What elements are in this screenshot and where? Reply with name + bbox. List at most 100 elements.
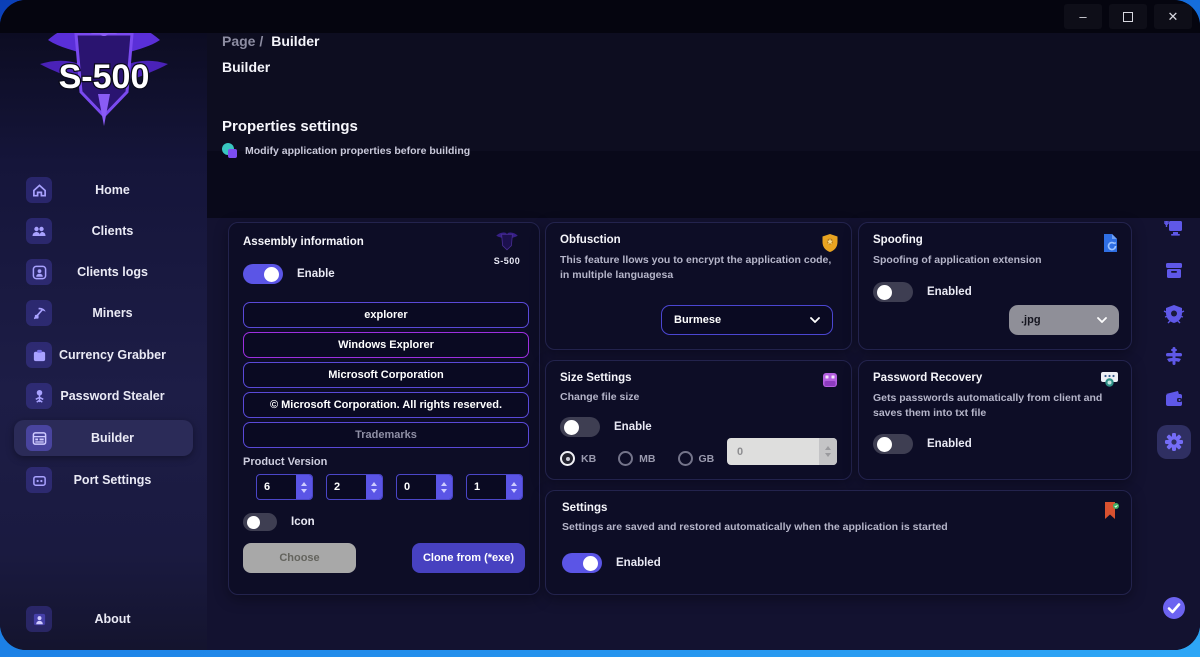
- builder-settings-gear-icon[interactable]: [1157, 425, 1191, 459]
- version-major-stepper[interactable]: [256, 474, 313, 500]
- bookmark-icon: [1103, 501, 1119, 526]
- sidebar: S-500 Home Clients Clients logs Miners C…: [0, 0, 207, 650]
- close-button[interactable]: ✕: [1154, 4, 1192, 29]
- obfuscation-description: This feature llows you to encrypt the ap…: [560, 253, 835, 283]
- page-title: Builder: [222, 59, 270, 75]
- remote-desktop-icon[interactable]: [1157, 211, 1191, 245]
- assembly-title: Assembly information: [243, 236, 525, 248]
- clone-from-exe-button[interactable]: Clone from (*exe): [412, 543, 525, 573]
- file-swap-icon: [1102, 233, 1119, 258]
- settings-title: Settings: [562, 502, 1115, 514]
- minimize-button[interactable]: –: [1064, 4, 1102, 29]
- shield-virus-icon[interactable]: [1157, 297, 1191, 331]
- version-minor-value[interactable]: [327, 475, 366, 499]
- icon-toggle-label: Icon: [291, 516, 315, 528]
- sidebar-item-clients[interactable]: Clients: [14, 213, 193, 249]
- stepper-arrows-icon[interactable]: [296, 475, 312, 499]
- password-recovery-panel: Password Recovery Gets passwords automat…: [858, 360, 1132, 480]
- about-icon: [26, 606, 52, 632]
- sidebar-item-builder[interactable]: Builder: [14, 420, 193, 456]
- chevron-down-icon: [810, 317, 820, 323]
- right-icon-rail: [1148, 33, 1200, 650]
- spoofing-description: Spoofing of application extension: [873, 253, 1117, 268]
- size-enable-label: Enable: [614, 421, 652, 433]
- spoofing-enabled-label: Enabled: [927, 286, 972, 298]
- size-settings-panel: Size Settings Change file size Enable KB…: [545, 360, 852, 480]
- close-icon: ✕: [1168, 9, 1179, 25]
- header-band: [207, 151, 1200, 218]
- home-icon: [26, 177, 52, 203]
- stepper-arrows-icon[interactable]: [506, 475, 522, 499]
- minimize-icon: –: [1079, 9, 1086, 24]
- settings-enabled-toggle[interactable]: [562, 553, 602, 573]
- maximize-button[interactable]: [1109, 4, 1147, 29]
- extension-value: .jpg: [1021, 314, 1041, 326]
- stepper-arrows-icon[interactable]: [819, 438, 837, 465]
- size-value-input[interactable]: [727, 438, 819, 465]
- sidebar-item-home[interactable]: Home: [14, 172, 193, 208]
- breadcrumb: Page / Builder: [222, 33, 319, 49]
- port-settings-icon: [26, 467, 52, 493]
- breadcrumb-root[interactable]: Page /: [222, 33, 263, 49]
- maximize-icon: [1123, 12, 1133, 22]
- choose-button[interactable]: Choose: [243, 543, 356, 573]
- copyright-input[interactable]: [243, 392, 529, 418]
- extension-dropdown[interactable]: .jpg: [1009, 305, 1119, 335]
- clients-icon: [26, 218, 52, 244]
- password-stealer-icon: [26, 383, 52, 409]
- stepper-arrows-icon[interactable]: [436, 475, 452, 499]
- size-enable-toggle[interactable]: [560, 417, 600, 437]
- currency-grabber-icon: [26, 342, 52, 368]
- stepper-arrows-icon[interactable]: [366, 475, 382, 499]
- breadcrumb-current: Builder: [271, 33, 319, 49]
- radio-selected-icon: [560, 451, 575, 466]
- version-major-value[interactable]: [257, 475, 296, 499]
- spoofing-panel: Spoofing Spoofing of application extensi…: [858, 222, 1132, 350]
- sidebar-item-about[interactable]: About: [14, 602, 193, 636]
- desktop-backdrop: – ✕ S-500 Home Clients: [0, 0, 1200, 657]
- drone-icon[interactable]: [1157, 339, 1191, 373]
- version-revision-stepper[interactable]: [466, 474, 523, 500]
- section-subtitle: Modify application properties before bui…: [245, 145, 470, 157]
- clients-logs-icon: [26, 259, 52, 285]
- password-card-icon: [1100, 371, 1119, 393]
- sidebar-item-port-settings[interactable]: Port Settings: [14, 462, 193, 498]
- unit-gb-label: GB: [699, 453, 715, 465]
- unit-kb-radio[interactable]: KB: [560, 451, 596, 466]
- titlebar: – ✕: [0, 0, 1200, 33]
- obfuscation-panel: Obfusction This feature llows you to enc…: [545, 222, 852, 350]
- language-value: Burmese: [674, 314, 721, 326]
- unit-mb-radio[interactable]: MB: [618, 451, 655, 466]
- sidebar-item-password-stealer[interactable]: Password Stealer: [14, 378, 193, 414]
- product-name-input[interactable]: [243, 332, 529, 358]
- version-build-stepper[interactable]: [396, 474, 453, 500]
- size-settings-title: Size Settings: [560, 372, 837, 384]
- unit-gb-radio[interactable]: GB: [678, 451, 715, 466]
- sidebar-item-miners[interactable]: Miners: [14, 295, 193, 331]
- confirm-check-icon[interactable]: [1157, 591, 1191, 625]
- settings-enabled-label: Enabled: [616, 557, 661, 569]
- language-dropdown[interactable]: Burmese: [661, 305, 833, 335]
- sidebar-item-clients-logs[interactable]: Clients logs: [14, 254, 193, 290]
- assembly-panel: Assembly information S-500 Enable: [228, 222, 540, 595]
- size-value-stepper[interactable]: [727, 438, 837, 465]
- wallet-icon[interactable]: [1157, 382, 1191, 416]
- archive-box-icon[interactable]: [1157, 253, 1191, 287]
- trademarks-input[interactable]: [243, 422, 529, 448]
- company-input[interactable]: [243, 362, 529, 388]
- obfuscation-title: Obfusction: [560, 234, 837, 246]
- product-version-row: [243, 474, 525, 500]
- file-name-input[interactable]: [243, 302, 529, 328]
- spoofing-enabled-toggle[interactable]: [873, 282, 913, 302]
- icon-toggle[interactable]: [243, 513, 277, 531]
- version-minor-stepper[interactable]: [326, 474, 383, 500]
- password-recovery-toggle[interactable]: [873, 434, 913, 454]
- miners-icon: [26, 300, 52, 326]
- version-build-value[interactable]: [397, 475, 436, 499]
- version-revision-value[interactable]: [467, 475, 506, 499]
- assembly-logo: S-500: [485, 229, 529, 266]
- password-recovery-title: Password Recovery: [873, 372, 1117, 384]
- spoofing-title: Spoofing: [873, 234, 1117, 246]
- sidebar-item-currency-grabber[interactable]: Currency Grabber: [14, 337, 193, 373]
- assembly-enable-toggle[interactable]: [243, 264, 283, 284]
